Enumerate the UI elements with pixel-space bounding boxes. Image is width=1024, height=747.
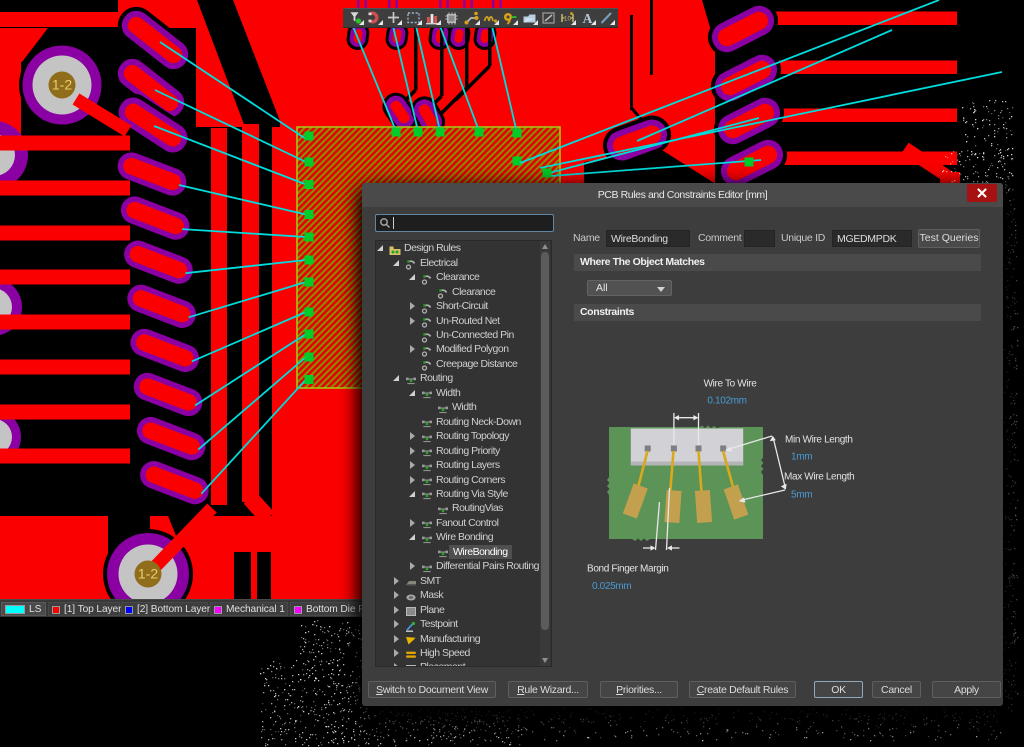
svg-text:1-2: 1-2: [138, 566, 158, 582]
svg-text:1mm: 1mm: [791, 452, 812, 463]
svg-text:10: 10: [564, 16, 572, 23]
svg-text:Max Wire Length: Max Wire Length: [784, 472, 854, 483]
svg-text:0.025mm: 0.025mm: [592, 581, 631, 592]
svg-text:0.102mm: 0.102mm: [707, 396, 746, 407]
svg-text:Wire To Wire: Wire To Wire: [704, 379, 758, 390]
svg-text:Min Wire Length: Min Wire Length: [785, 435, 853, 446]
svg-text:1-2: 1-2: [52, 77, 72, 93]
svg-text:5mm: 5mm: [791, 490, 812, 501]
svg-text:Bond Finger Margin: Bond Finger Margin: [587, 564, 669, 575]
svg-text:A: A: [582, 11, 592, 26]
